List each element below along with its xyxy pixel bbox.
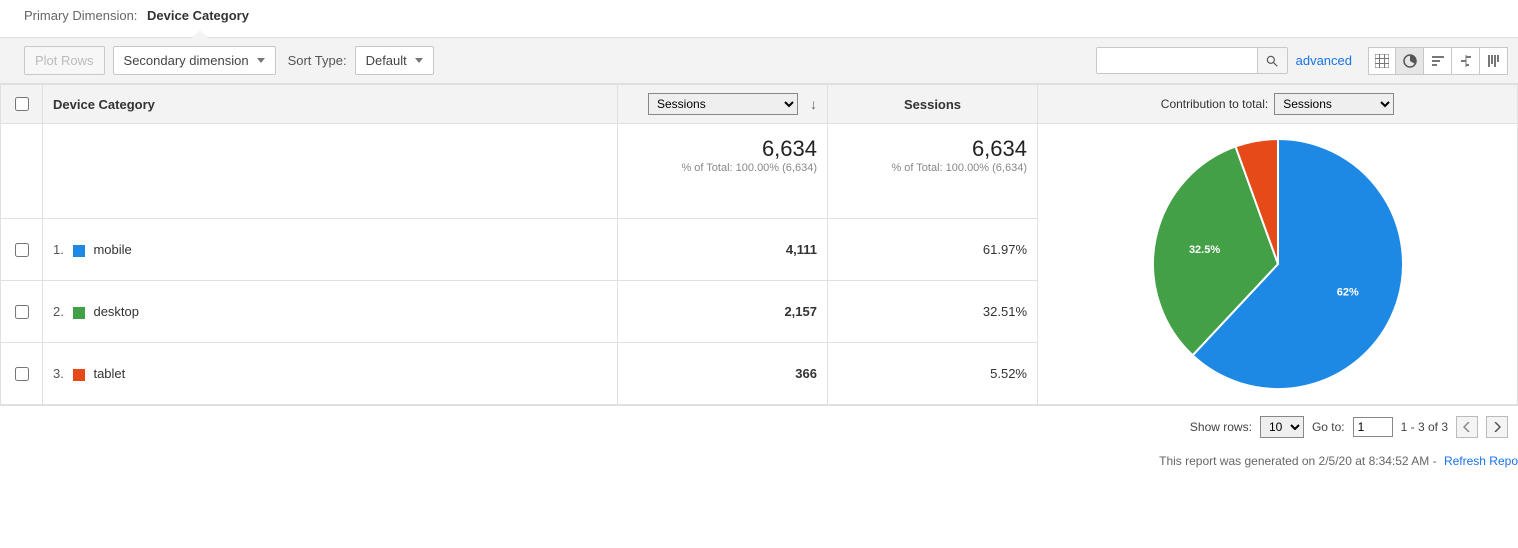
pivot-icon xyxy=(1487,54,1501,68)
row-checkbox[interactable] xyxy=(15,367,29,381)
select-all-checkbox[interactable] xyxy=(15,97,29,111)
row-checkbox[interactable] xyxy=(15,243,29,257)
row-label: mobile xyxy=(93,242,131,257)
row-rank: 2. xyxy=(53,304,70,319)
search-input[interactable] xyxy=(1097,48,1257,73)
row-label: tablet xyxy=(93,366,125,381)
row-color-swatch xyxy=(73,307,85,319)
bars-icon xyxy=(1431,54,1445,68)
goto-input[interactable] xyxy=(1353,417,1393,437)
device-category-header[interactable]: Device Category xyxy=(43,85,618,124)
data-table: Device Category Sessions ↓ Sessions Cont… xyxy=(0,84,1518,405)
row-sessions: 4,111 xyxy=(618,219,828,281)
chevron-down-icon xyxy=(257,58,265,63)
show-rows-select[interactable]: 10 xyxy=(1260,416,1304,438)
total-sessions-2: 6,634 xyxy=(838,136,1027,162)
total-sessions-1-sub: % of Total: 100.00% (6,634) xyxy=(628,162,817,174)
row-rank: 3. xyxy=(53,366,70,381)
view-pivot-button[interactable] xyxy=(1480,47,1508,75)
sort-type-label: Sort Type: xyxy=(288,53,347,68)
table-header-row: Device Category Sessions ↓ Sessions Cont… xyxy=(1,85,1518,124)
primary-dimension-value[interactable]: Device Category xyxy=(147,8,249,23)
view-comparison-button[interactable] xyxy=(1452,47,1480,75)
plot-rows-button[interactable]: Plot Rows xyxy=(24,46,105,75)
search-icon xyxy=(1265,54,1279,68)
row-label: desktop xyxy=(93,304,139,319)
pie-slice-label: 32.5% xyxy=(1188,244,1219,256)
search-button[interactable] xyxy=(1257,48,1287,73)
goto-label: Go to: xyxy=(1312,420,1345,434)
row-color-swatch xyxy=(73,369,85,381)
contribution-header: Contribution to total: Sessions xyxy=(1038,85,1518,124)
view-pie-button[interactable] xyxy=(1396,47,1424,75)
sort-type-dropdown[interactable]: Default xyxy=(355,46,434,75)
row-sessions: 366 xyxy=(618,343,828,405)
row-label-cell[interactable]: 3. tablet xyxy=(43,343,618,405)
row-color-swatch xyxy=(73,245,85,257)
pie-icon xyxy=(1403,54,1417,68)
comparison-icon xyxy=(1459,54,1473,68)
total-sessions-2-sub: % of Total: 100.00% (6,634) xyxy=(838,162,1027,174)
pie-slice-label: 62% xyxy=(1336,287,1358,299)
view-table-button[interactable] xyxy=(1368,47,1396,75)
view-performance-button[interactable] xyxy=(1424,47,1452,75)
pagination-range: 1 - 3 of 3 xyxy=(1401,420,1448,434)
totals-row: 6,634 % of Total: 100.00% (6,634) 6,634 … xyxy=(1,124,1518,219)
row-checkbox[interactable] xyxy=(15,305,29,319)
advanced-link[interactable]: advanced xyxy=(1296,53,1352,68)
pie-chart-cell: 62% 32.5% xyxy=(1038,124,1518,405)
row-pct: 61.97% xyxy=(828,219,1038,281)
toolbar: Plot Rows Secondary dimension Sort Type:… xyxy=(0,37,1518,84)
report-generated-note: This report was generated on 2/5/20 at 8… xyxy=(0,448,1518,472)
row-label-cell[interactable]: 1. mobile xyxy=(43,219,618,281)
metric-selector-dropdown[interactable]: Sessions xyxy=(648,93,798,115)
primary-dimension-label: Primary Dimension: xyxy=(24,8,137,23)
select-all-header xyxy=(1,85,43,124)
chevron-right-icon xyxy=(1493,422,1501,432)
metric-selector-header: Sessions ↓ xyxy=(618,85,828,124)
row-sessions: 2,157 xyxy=(618,281,828,343)
sort-desc-icon[interactable]: ↓ xyxy=(810,96,817,112)
row-pct: 5.52% xyxy=(828,343,1038,405)
table-footer: Show rows: 10 Go to: 1 - 3 of 3 xyxy=(0,405,1518,448)
show-rows-label: Show rows: xyxy=(1190,420,1252,434)
refresh-report-link[interactable]: Refresh Repo xyxy=(1444,454,1518,468)
contribution-label: Contribution to total: xyxy=(1161,97,1268,111)
secondary-dimension-dropdown[interactable]: Secondary dimension xyxy=(113,46,276,75)
row-rank: 1. xyxy=(53,242,70,257)
row-pct: 32.51% xyxy=(828,281,1038,343)
prev-page-button[interactable] xyxy=(1456,416,1478,438)
chevron-down-icon xyxy=(415,58,423,63)
contribution-metric-dropdown[interactable]: Sessions xyxy=(1274,93,1394,115)
row-label-cell[interactable]: 2. desktop xyxy=(43,281,618,343)
sessions-column-header[interactable]: Sessions xyxy=(828,85,1038,124)
chevron-left-icon xyxy=(1463,422,1471,432)
pie-chart: 62% 32.5% xyxy=(1148,134,1408,394)
table-icon xyxy=(1375,54,1389,68)
view-toggle-group xyxy=(1368,47,1508,75)
next-page-button[interactable] xyxy=(1486,416,1508,438)
total-sessions-1: 6,634 xyxy=(628,136,817,162)
primary-dimension-tab-caret xyxy=(140,23,260,37)
search-field xyxy=(1096,47,1288,74)
